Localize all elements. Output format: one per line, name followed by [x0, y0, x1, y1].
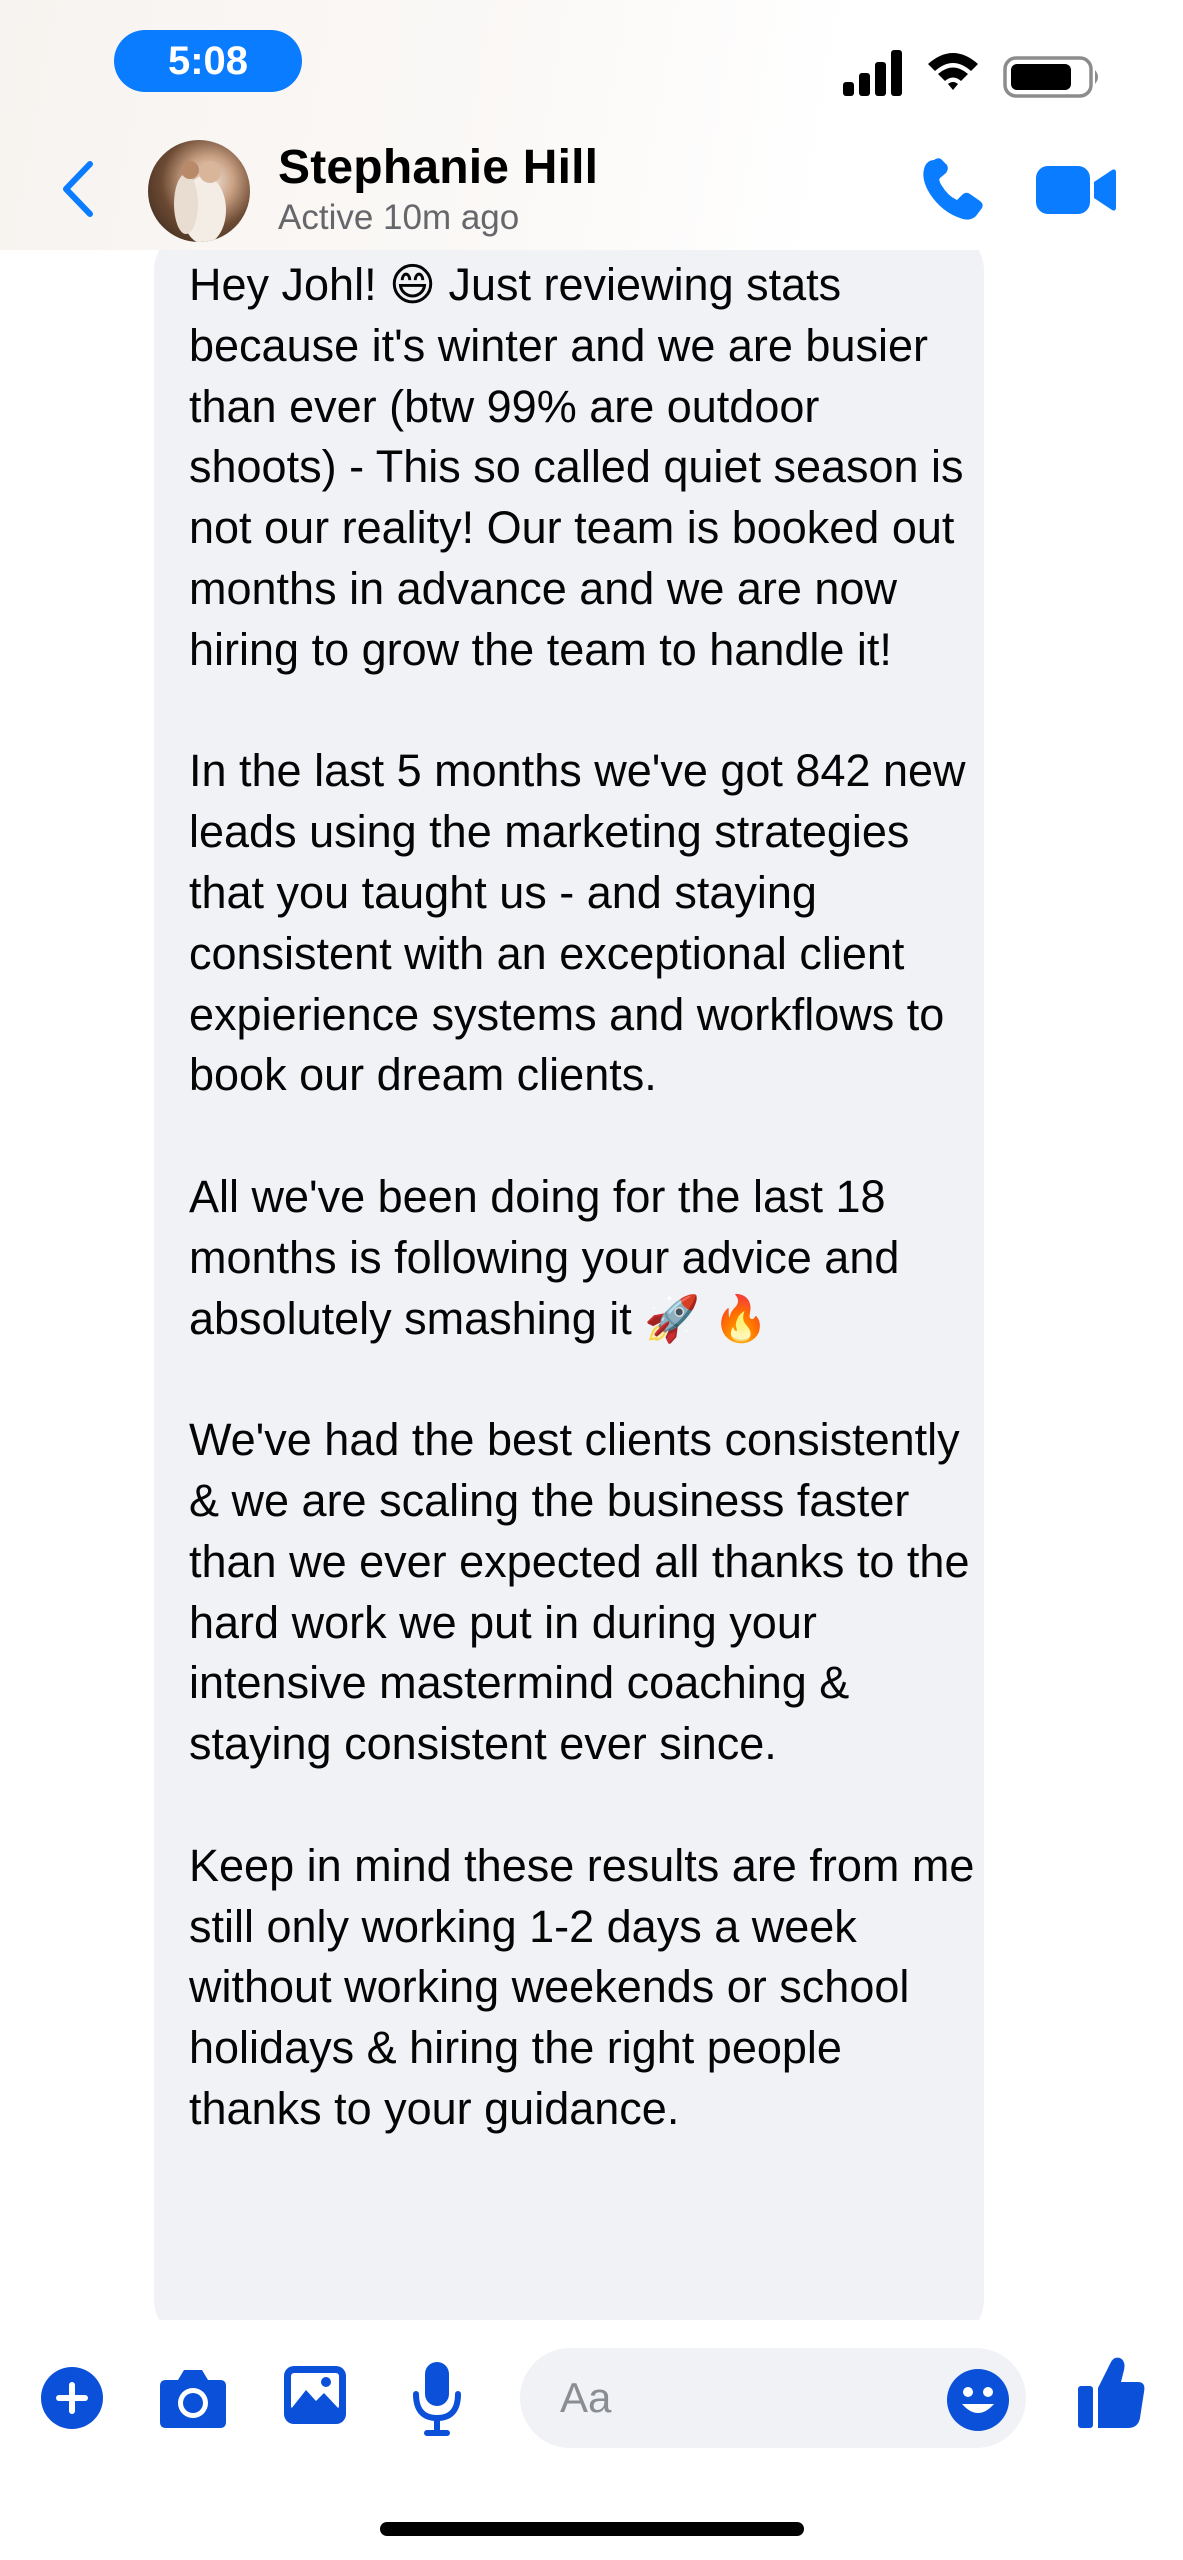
- message-text: Hey Johl! 😄 Just reviewing stats because…: [189, 255, 979, 2140]
- message-thread[interactable]: Hey Johl! 😄 Just reviewing stats because…: [0, 250, 1183, 2320]
- chat-header: Stephanie Hill Active 10m ago: [0, 130, 1183, 250]
- contact-name[interactable]: Stephanie Hill: [278, 140, 598, 195]
- message-paragraph: In the last 5 months we've got 842 new l…: [189, 745, 966, 1101]
- contact-avatar[interactable]: [148, 140, 250, 242]
- message-paragraph: All we've been doing for the last 18 mon…: [189, 1170, 900, 1344]
- avatar-photo: [174, 161, 226, 242]
- microphone-icon[interactable]: [412, 2360, 462, 2438]
- phone-icon[interactable]: [920, 156, 986, 222]
- message-paragraph: We've had the best clients consistently …: [189, 1414, 970, 1770]
- message-composer: [0, 2320, 1183, 2560]
- image-icon[interactable]: [282, 2364, 348, 2426]
- battery-icon: [1003, 56, 1098, 98]
- back-chevron-icon[interactable]: [54, 154, 104, 224]
- status-bar: 5:08: [0, 0, 1183, 130]
- camera-icon[interactable]: [158, 2366, 228, 2430]
- plus-circle-icon[interactable]: [40, 2366, 104, 2430]
- contact-active-status: Active 10m ago: [278, 198, 520, 237]
- message-paragraph: Hey Johl! 😄 Just reviewing stats because…: [189, 259, 964, 675]
- message-paragraph: Keep in mind these results are from me s…: [189, 1839, 975, 2134]
- status-time: 5:08: [114, 30, 302, 92]
- cellular-signal-icon: [843, 50, 902, 96]
- smiley-icon[interactable]: [946, 2368, 1010, 2432]
- home-indicator[interactable]: [380, 2522, 804, 2536]
- wifi-icon: [928, 53, 978, 90]
- thumbs-up-icon[interactable]: [1076, 2354, 1146, 2430]
- video-camera-icon[interactable]: [1036, 162, 1116, 218]
